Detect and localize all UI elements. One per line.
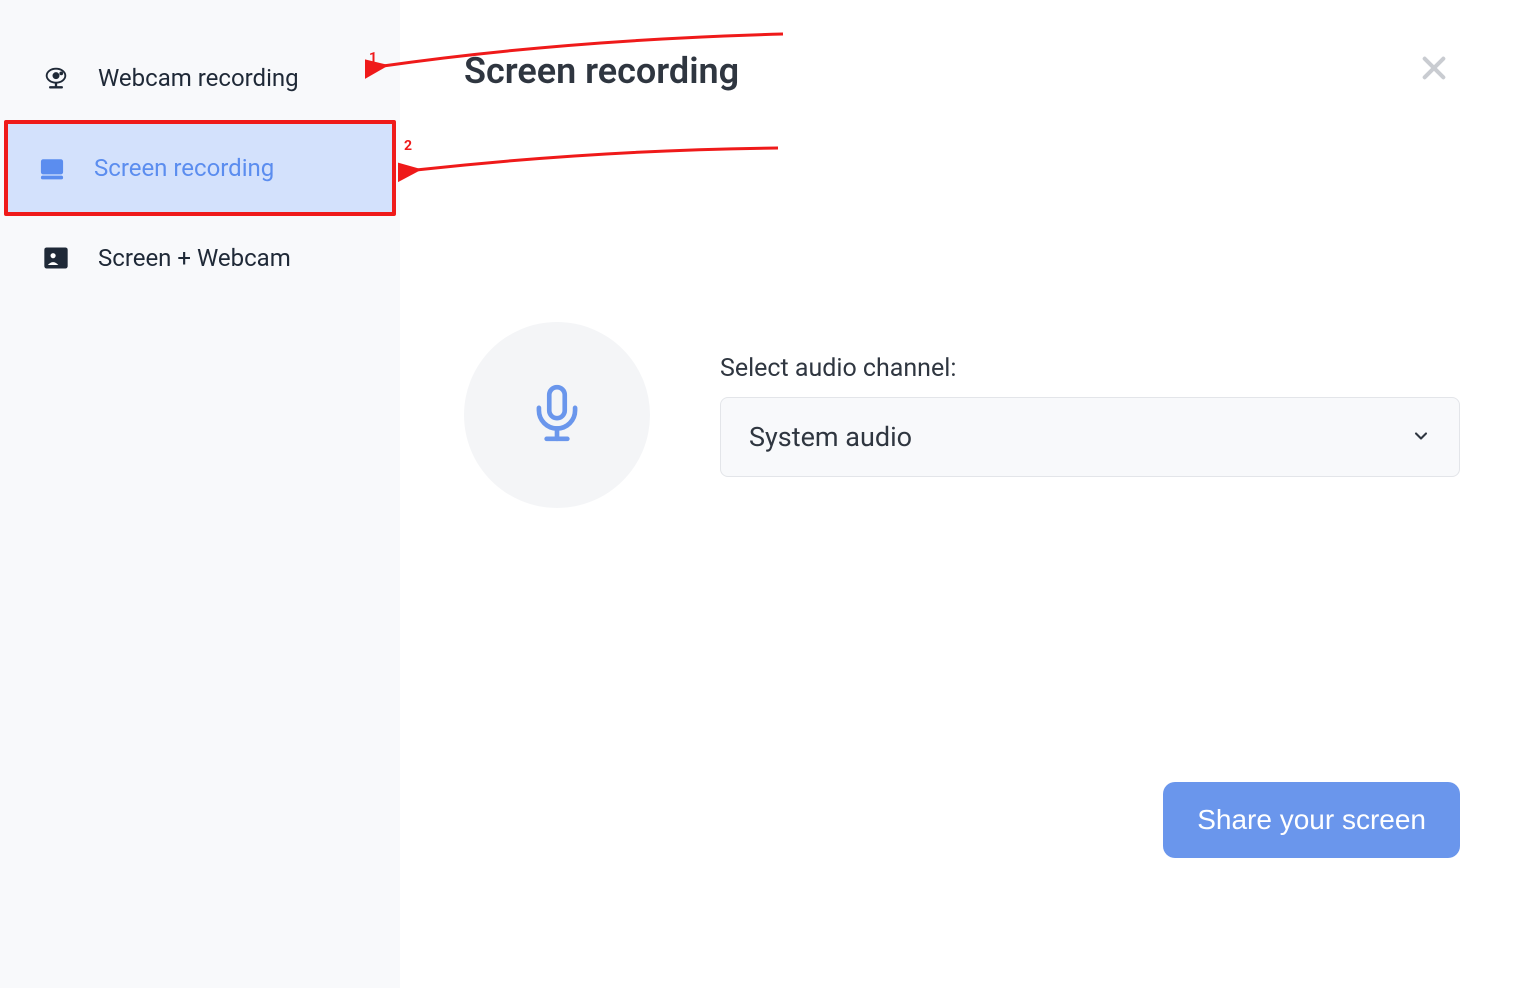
recording-dialog: Webcam recording Screen recording Screen… [0,0,1520,988]
sidebar-item-screen-recording[interactable]: Screen recording [4,120,396,216]
close-button[interactable] [1408,52,1460,91]
footer-actions: Share your screen [460,782,1460,948]
screen-webcam-icon [42,244,70,272]
sidebar-item-label: Webcam recording [98,64,299,92]
audio-section: Select audio channel: System audio [464,322,1460,508]
sidebar-item-webcam-recording[interactable]: Webcam recording [8,42,392,114]
microphone-icon [526,382,588,448]
chevron-down-icon [1411,421,1431,453]
microphone-indicator [464,322,650,508]
sidebar-item-label: Screen + Webcam [98,244,291,272]
screen-icon [38,154,66,182]
sidebar-item-label: Screen recording [94,154,274,182]
audio-select-value: System audio [749,421,912,453]
close-icon [1418,51,1450,93]
main-header: Screen recording [460,50,1460,92]
main-panel: Screen recording [400,0,1520,988]
audio-controls: Select audio channel: System audio [720,354,1460,477]
page-title: Screen recording [464,50,739,92]
webcam-icon [42,64,70,92]
recording-mode-sidebar: Webcam recording Screen recording Screen… [0,0,400,988]
audio-channel-select[interactable]: System audio [720,397,1460,477]
audio-channel-label: Select audio channel: [720,354,1460,383]
share-screen-button[interactable]: Share your screen [1163,782,1460,858]
sidebar-item-screen-webcam[interactable]: Screen + Webcam [8,222,392,294]
